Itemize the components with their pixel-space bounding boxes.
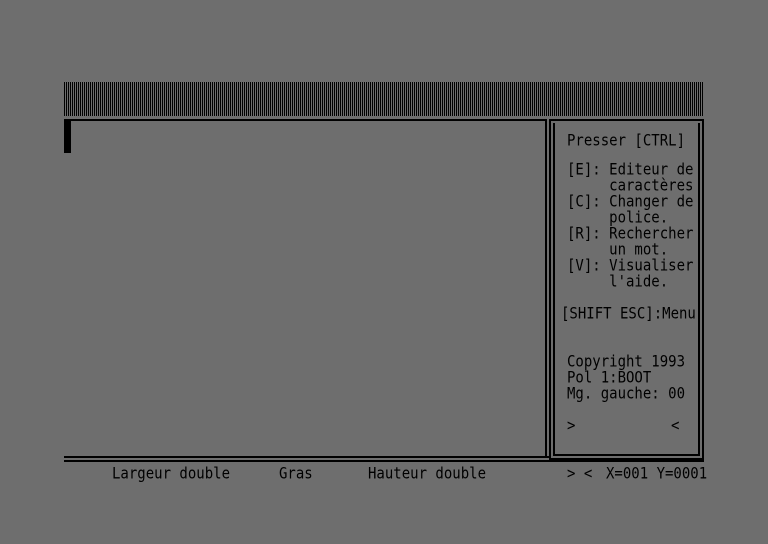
title-bar [64,82,704,116]
text-cursor [64,121,71,153]
help-line-view-help-cont: l'aide. [567,273,669,291]
left-margin-value: Mg. gauche: 00 [567,385,686,403]
status-double-width: Largeur double [112,465,231,483]
divider-line [64,456,549,458]
text-editor-area[interactable] [64,119,547,456]
margin-left-marker: > [567,417,576,435]
divider-line [549,460,704,462]
margin-right-marker: < [671,417,680,435]
status-bold: Gras [279,465,313,483]
help-header: Presser [CTRL] [567,132,686,150]
status-double-height: Hauteur double [368,465,487,483]
divider-line [64,460,549,462]
status-margin-markers: > < [567,465,593,483]
cursor-coordinates: X=001 Y=0001 [606,465,708,483]
menu-shortcut-hint: [SHIFT ESC]:Menu [561,305,696,323]
